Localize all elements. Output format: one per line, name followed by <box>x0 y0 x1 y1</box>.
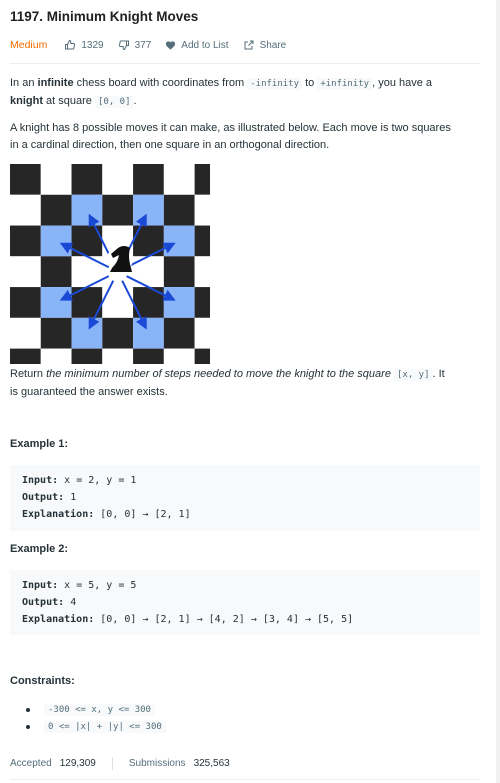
thumbs-up-icon <box>65 39 76 50</box>
board-square <box>194 225 210 257</box>
board-square <box>194 287 210 318</box>
board-square <box>10 317 41 349</box>
board-square <box>40 256 72 288</box>
board-square <box>102 194 134 226</box>
share-label: Share <box>259 39 287 51</box>
divider <box>10 63 480 64</box>
add-to-list-label: Add to List <box>181 39 229 51</box>
board-square <box>194 317 210 349</box>
board-square <box>194 164 210 195</box>
bullet-icon <box>26 708 30 712</box>
share-button[interactable]: Share <box>243 39 287 51</box>
scrollbar[interactable] <box>496 0 500 783</box>
board-square <box>40 194 72 226</box>
board-square <box>133 164 164 195</box>
board-square <box>10 164 41 195</box>
target-square <box>71 194 103 226</box>
submission-stats: Accepted 129,309 Submissions 325,563 <box>10 757 230 770</box>
board-square <box>194 194 210 226</box>
dislike-button[interactable]: 377 <box>118 39 152 51</box>
accepted-count: 129,309 <box>59 758 96 769</box>
board-square <box>102 317 134 349</box>
board-square <box>163 317 195 349</box>
knight-icon <box>107 246 133 272</box>
example-1-heading: Example 1: <box>10 438 69 450</box>
board-square <box>71 164 103 195</box>
example-2-block: Input: x = 5, y = 5 Output: 4 Explanatio… <box>10 570 480 635</box>
board-square <box>40 164 72 195</box>
problem-title: 1197. Minimum Knight Moves <box>10 9 199 24</box>
board-square <box>40 317 72 349</box>
submissions-label: Submissions <box>128 758 186 769</box>
submissions-count: 325,563 <box>193 758 230 769</box>
dislike-count: 377 <box>134 39 152 51</box>
board-square <box>40 348 72 364</box>
board-square <box>71 348 103 364</box>
board-square <box>10 256 41 288</box>
difficulty-badge: Medium <box>10 39 48 51</box>
board-square <box>163 256 195 288</box>
example-2-heading: Example 2: <box>10 543 69 555</box>
thumbs-down-icon <box>118 40 129 51</box>
board-square <box>10 194 41 226</box>
like-button[interactable]: 1329 <box>64 39 104 51</box>
board-square <box>10 348 41 364</box>
target-square <box>163 287 195 318</box>
board-square <box>194 256 210 288</box>
add-to-list-button[interactable]: Add to List <box>165 39 229 51</box>
knight-moves-diagram <box>10 164 210 364</box>
heart-icon <box>166 40 176 50</box>
inline-code: [x, y] <box>394 369 433 381</box>
board-square <box>102 348 134 364</box>
board-square <box>102 164 134 195</box>
accepted-label: Accepted <box>10 758 52 769</box>
board-square <box>10 225 41 257</box>
board-square <box>10 287 41 318</box>
emphasis-knight: knight <box>10 95 43 107</box>
target-square <box>40 225 72 257</box>
board-square <box>163 194 195 226</box>
target-square <box>163 225 195 257</box>
description-paragraph-2: A knight has 8 possible moves it can mak… <box>10 122 451 151</box>
board-square <box>194 348 210 364</box>
board-square <box>163 348 195 364</box>
inline-code: [0, 0] <box>94 96 134 108</box>
board-square <box>133 348 164 364</box>
constraint-item: 0 <= |x| + |y| <= 300 <box>26 721 166 733</box>
target-square <box>40 287 72 318</box>
description-paragraph-3: Return the minimum number of steps neede… <box>10 368 445 398</box>
problem-meta-bar: Medium 1329 377 Add to List Share <box>10 37 300 53</box>
share-icon <box>244 40 254 50</box>
description-paragraph-1: In an infinite chess board with coordina… <box>10 77 433 108</box>
constraint-item: -300 <= x, y <= 300 <box>26 704 155 716</box>
like-count: 1329 <box>81 39 104 51</box>
emphasis-infinite: infinite <box>37 77 74 89</box>
divider <box>10 779 480 780</box>
inline-code: -infinity <box>247 78 303 90</box>
constraints-heading: Constraints: <box>10 675 75 687</box>
target-square <box>133 194 164 226</box>
board-square <box>163 164 195 195</box>
divider <box>111 757 113 770</box>
inline-code: +infinity <box>317 78 373 90</box>
target-square <box>71 317 103 349</box>
example-1-block: Input: x = 2, y = 1 Output: 1 Explanatio… <box>10 465 480 531</box>
target-square <box>133 317 164 349</box>
bullet-icon <box>26 725 30 729</box>
